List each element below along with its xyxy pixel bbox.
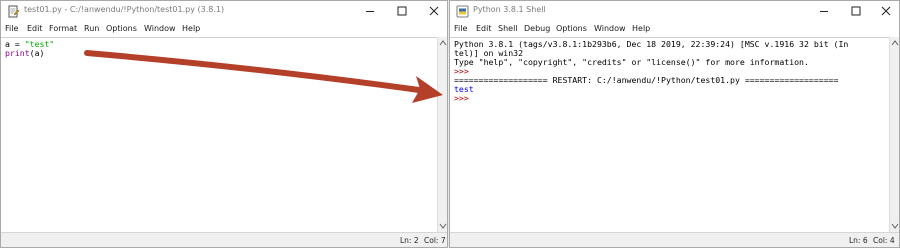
shell-restart-line: =================== RESTART: C:/!anwendu…	[454, 75, 839, 85]
menu-format[interactable]: Format	[49, 24, 77, 33]
idle-file-icon	[8, 5, 20, 18]
close-icon	[881, 6, 891, 16]
menu-window[interactable]: Window	[594, 24, 626, 33]
shell-titlebar[interactable]: Python 3.8.1 Shell	[450, 1, 899, 22]
menu-file[interactable]: File	[5, 24, 18, 33]
shell-text-area[interactable]: Python 3.8.1 (tags/v3.8.1:1b293b6, Dec 1…	[450, 37, 889, 232]
scroll-down-icon[interactable]	[891, 222, 899, 230]
menu-help[interactable]: Help	[632, 24, 650, 33]
menu-options[interactable]: Options	[106, 24, 137, 33]
shell-menubar: File Edit Shell Debug Options Window Hel…	[450, 22, 899, 37]
editor-menubar: File Edit Format Run Options Window Help	[1, 22, 447, 37]
code-builtin: print	[5, 48, 30, 58]
minimize-button[interactable]	[357, 1, 383, 22]
editor-col-indicator: Col: 7	[424, 236, 446, 245]
python-icon	[456, 5, 469, 18]
shell-col-indicator: Col: 4	[873, 236, 895, 245]
menu-shell[interactable]: Shell	[498, 24, 518, 33]
maximize-button[interactable]	[389, 1, 415, 22]
close-button[interactable]	[421, 1, 447, 22]
shell-vertical-scrollbar[interactable]	[889, 37, 899, 232]
menu-edit[interactable]: Edit	[27, 24, 43, 33]
menu-edit[interactable]: Edit	[476, 24, 492, 33]
editor-statusbar: Ln: 2 Col: 7	[1, 232, 447, 247]
editor-window: test01.py - C:/!anwendu/!Python/test01.p…	[0, 0, 448, 248]
minimize-icon	[820, 11, 828, 12]
scroll-up-icon[interactable]	[439, 39, 447, 47]
editor-title: test01.py - C:/!anwendu/!Python/test01.p…	[24, 5, 225, 14]
close-icon	[429, 6, 439, 16]
menu-debug[interactable]: Debug	[524, 24, 550, 33]
menu-help[interactable]: Help	[182, 24, 200, 33]
editor-vertical-scrollbar[interactable]	[437, 37, 447, 232]
menu-window[interactable]: Window	[144, 24, 176, 33]
minimize-button[interactable]	[811, 1, 837, 22]
scroll-down-icon[interactable]	[439, 222, 447, 230]
code-line-2: print(a)	[5, 48, 45, 58]
menu-options[interactable]: Options	[556, 24, 587, 33]
menu-run[interactable]: Run	[84, 24, 99, 33]
maximize-icon	[851, 6, 861, 16]
close-button[interactable]	[873, 1, 899, 22]
code-args: (a)	[29, 48, 45, 58]
menu-file[interactable]: File	[454, 24, 467, 33]
shell-prompt: >>>	[454, 93, 469, 103]
scroll-up-icon[interactable]	[891, 39, 899, 47]
maximize-icon	[397, 6, 407, 16]
shell-window: Python 3.8.1 Shell File Edit Shell Debug…	[449, 0, 900, 248]
shell-banner-line-3: Type "help", "copyright", "credits" or "…	[454, 57, 809, 67]
minimize-icon	[366, 11, 374, 12]
shell-line-indicator: Ln: 6	[849, 236, 868, 245]
shell-title: Python 3.8.1 Shell	[473, 5, 546, 14]
editor-line-indicator: Ln: 2	[400, 236, 419, 245]
shell-statusbar: Ln: 6 Col: 4	[450, 232, 899, 247]
editor-text-area[interactable]: a = "test" print(a)	[1, 37, 437, 232]
editor-titlebar[interactable]: test01.py - C:/!anwendu/!Python/test01.p…	[1, 1, 447, 22]
maximize-button[interactable]	[843, 1, 869, 22]
